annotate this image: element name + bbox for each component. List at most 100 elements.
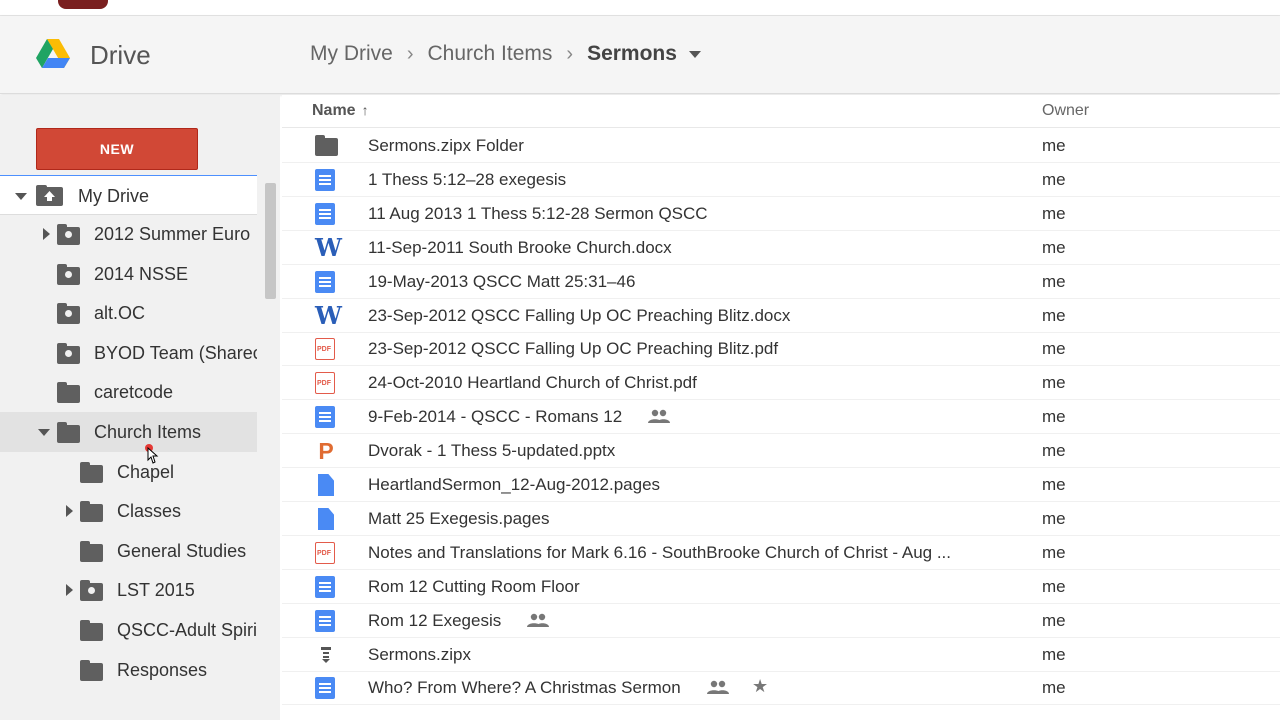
folder-icon	[80, 462, 103, 483]
google-doc-icon	[315, 271, 335, 293]
file-row[interactable]: Sermons.zipx me	[282, 638, 1280, 672]
pdf-icon: PDF	[315, 338, 335, 360]
file-row[interactable]: 9-Feb-2014 - QSCC - Romans 12 me	[282, 400, 1280, 434]
sort-ascending-icon[interactable]: ↑	[362, 102, 369, 118]
file-owner: me	[1042, 678, 1066, 697]
file-row[interactable]: Who? From Where? A Christmas Sermon ★ me	[282, 671, 1280, 705]
file-row[interactable]: PDF 24-Oct-2010 Heartland Church of Chris…	[282, 366, 1280, 400]
file-name[interactable]: Sermons.zipx Folder	[368, 136, 524, 156]
breadcrumb-my-drive[interactable]: My Drive	[310, 42, 393, 66]
sidebar-item-lst-2015[interactable]: LST 2015	[0, 570, 257, 610]
file-name[interactable]: 1 Thess 5:12–28 exegesis	[368, 170, 566, 190]
folder-icon	[80, 660, 103, 681]
file-owner: me	[1042, 170, 1066, 189]
star-icon[interactable]: ★	[752, 676, 768, 697]
shared-folder-icon	[57, 343, 80, 364]
file-name[interactable]: Who? From Where? A Christmas Sermon	[368, 678, 681, 698]
file-owner: me	[1042, 306, 1066, 325]
file-name[interactable]: Notes and Translations for Mark 6.16 - S…	[368, 543, 951, 563]
file-row[interactable]: P Dvorak - 1 Thess 5-updated.pptx me	[282, 434, 1280, 468]
file-name[interactable]: Rom 12 Cutting Room Floor	[368, 577, 580, 597]
file-name[interactable]: HeartlandSermon_12-Aug-2012.pages	[368, 475, 660, 495]
google-drive-logo-icon[interactable]	[36, 39, 70, 69]
shared-people-icon	[707, 679, 729, 694]
expand-arrow-right-icon[interactable]	[66, 505, 73, 517]
file-name[interactable]: 9-Feb-2014 - QSCC - Romans 12	[368, 407, 622, 427]
expand-arrow-down-icon[interactable]	[38, 429, 50, 436]
sidebar-item-label: 2014 NSSE	[94, 264, 189, 284]
file-row[interactable]: Rom 12 Exegesis me	[282, 604, 1280, 638]
file-owner: me	[1042, 136, 1066, 155]
file-name[interactable]: 11 Aug 2013 1 Thess 5:12-28 Sermon QSCC	[368, 204, 708, 224]
file-icon	[318, 508, 334, 530]
zip-icon	[321, 647, 331, 663]
google-doc-icon	[315, 169, 335, 191]
expand-arrow-down-icon[interactable]	[15, 193, 27, 200]
file-name[interactable]: Rom 12 Exegesis	[368, 611, 501, 631]
file-row[interactable]: Matt 25 Exegesis.pages me	[282, 502, 1280, 536]
file-name[interactable]: 23-Sep-2012 QSCC Falling Up OC Preaching…	[368, 339, 778, 359]
sidebar-item-label: BYOD Team (Sharec	[94, 343, 257, 363]
sidebar-item-label: 2012 Summer Euro	[94, 224, 251, 244]
sidebar-item-label: My Drive	[78, 186, 149, 206]
browser-top-strip	[0, 0, 1280, 16]
app-title[interactable]: Drive	[90, 40, 151, 71]
google-doc-icon	[315, 677, 335, 699]
file-name[interactable]: 24-Oct-2010 Heartland Church of Christ.p…	[368, 373, 697, 393]
file-row[interactable]: W 11-Sep-2011 South Brooke Church.docx me	[282, 231, 1280, 265]
file-name[interactable]: 11-Sep-2011 South Brooke Church.docx	[368, 238, 672, 258]
sidebar-item-byod-team-sharec[interactable]: BYOD Team (Sharec	[0, 333, 257, 373]
pdf-icon: PDF	[315, 372, 335, 394]
breadcrumb-current-folder[interactable]: Sermons	[587, 42, 677, 66]
file-owner: me	[1042, 543, 1066, 562]
column-header-owner[interactable]: Owner	[1042, 102, 1089, 120]
breadcrumb-church-items[interactable]: Church Items	[428, 42, 553, 66]
file-row[interactable]: HeartlandSermon_12-Aug-2012.pages me	[282, 468, 1280, 502]
file-name[interactable]: 23-Sep-2012 QSCC Falling Up OC Preaching…	[368, 306, 790, 326]
sidebar-item-responses[interactable]: Responses	[0, 650, 257, 690]
file-owner: me	[1042, 509, 1066, 528]
sidebar-item-general-studies[interactable]: General Studies	[0, 531, 257, 571]
google-doc-icon	[315, 203, 335, 225]
sidebar-item-chapel[interactable]: Chapel	[0, 452, 257, 492]
file-name[interactable]: Sermons.zipx	[368, 645, 471, 665]
sidebar-item-my-drive[interactable]: My Drive	[0, 175, 257, 215]
breadcrumb-separator: ›	[406, 42, 414, 65]
breadcrumb: My Drive › Church Items › Sermons	[310, 42, 701, 66]
file-row[interactable]: 19-May-2013 QSCC Matt 25:31–46 me	[282, 265, 1280, 299]
app-logo-fragment	[58, 0, 108, 9]
new-button[interactable]: NEW	[36, 128, 198, 170]
file-row[interactable]: 1 Thess 5:12–28 exegesis me	[282, 163, 1280, 197]
sidebar-item-caretcode[interactable]: caretcode	[0, 372, 257, 412]
file-owner: me	[1042, 339, 1066, 358]
shared-folder-icon	[57, 264, 80, 285]
file-row[interactable]: Sermons.zipx Folder me	[282, 129, 1280, 163]
file-owner: me	[1042, 645, 1066, 664]
file-row[interactable]: 11 Aug 2013 1 Thess 5:12-28 Sermon QSCC m…	[282, 197, 1280, 231]
sidebar-item-classes[interactable]: Classes	[0, 491, 257, 531]
file-owner: me	[1042, 272, 1066, 291]
column-header-name[interactable]: Name ↑	[312, 102, 369, 120]
file-row[interactable]: Rom 12 Cutting Room Floor me	[282, 570, 1280, 604]
sidebar-item-2014-nsse[interactable]: 2014 NSSE	[0, 254, 257, 294]
file-name[interactable]: Dvorak - 1 Thess 5-updated.pptx	[368, 441, 615, 461]
file-owner: me	[1042, 238, 1066, 257]
sidebar-item-alt-oc[interactable]: alt.OC	[0, 293, 257, 333]
sidebar-item-label: LST 2015	[117, 580, 195, 600]
expand-arrow-right-icon[interactable]	[66, 584, 73, 596]
google-doc-icon	[315, 406, 335, 428]
file-row[interactable]: W 23-Sep-2012 QSCC Falling Up OC Preachin…	[282, 299, 1280, 333]
sidebar-item-2012-summer-euro[interactable]: 2012 Summer Euro	[0, 214, 257, 254]
sidebar-scrollbar[interactable]	[265, 183, 276, 299]
file-name[interactable]: 19-May-2013 QSCC Matt 25:31–46	[368, 272, 635, 292]
sidebar-item-qscc-adult-spiriti[interactable]: QSCC-Adult Spiriti	[0, 610, 257, 650]
expand-arrow-right-icon[interactable]	[43, 228, 50, 240]
file-row[interactable]: PDF 23-Sep-2012 QSCC Falling Up OC Preach…	[282, 332, 1280, 366]
word-icon: W	[315, 301, 342, 330]
file-row[interactable]: PDF Notes and Translations for Mark 6.16 …	[282, 536, 1280, 570]
file-name[interactable]: Matt 25 Exegesis.pages	[368, 509, 549, 529]
file-owner: me	[1042, 577, 1066, 596]
shared-people-icon	[527, 612, 549, 627]
chevron-down-icon[interactable]	[688, 50, 701, 58]
sidebar-item-church-items[interactable]: Church Items	[0, 412, 257, 452]
